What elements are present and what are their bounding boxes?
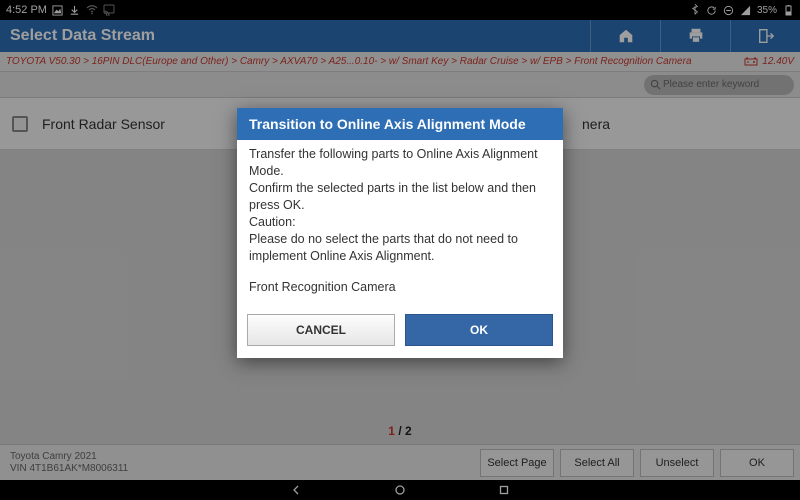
dialog-body: Transfer the following parts to Online A… bbox=[237, 140, 563, 306]
modal-overlay: Transition to Online Axis Alignment Mode… bbox=[0, 0, 800, 500]
dialog-cancel-button[interactable]: CANCEL bbox=[247, 314, 395, 346]
app-screen: 4:52 PM bbox=[0, 0, 800, 500]
dialog-part: Front Recognition Camera bbox=[249, 279, 551, 296]
dialog-actions: CANCEL OK bbox=[237, 306, 563, 358]
dialog-title: Transition to Online Axis Alignment Mode bbox=[237, 108, 563, 140]
alignment-dialog: Transition to Online Axis Alignment Mode… bbox=[237, 108, 563, 358]
dialog-ok-button[interactable]: OK bbox=[405, 314, 553, 346]
